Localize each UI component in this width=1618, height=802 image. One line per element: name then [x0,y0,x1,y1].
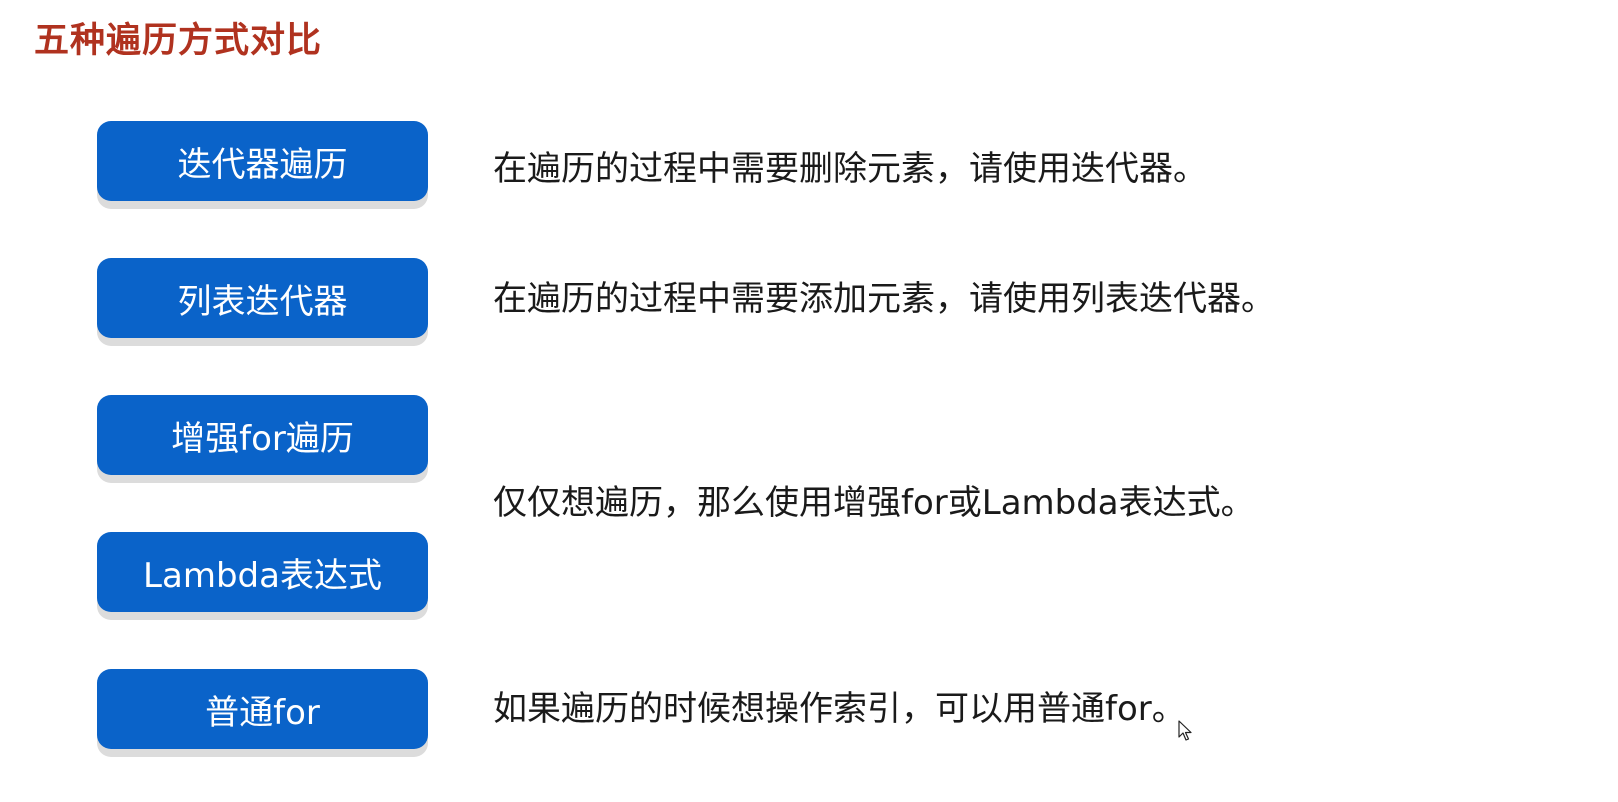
list-iterator-button[interactable]: 列表迭代器 [97,258,428,338]
list-iterator-description: 在遍历的过程中需要添加元素，请使用列表迭代器。 [493,279,1275,319]
iterator-description: 在遍历的过程中需要删除元素，请使用迭代器。 [493,149,1207,189]
mouse-pointer-icon [1178,720,1192,741]
page-title: 五种遍历方式对比 [34,21,323,61]
enhanced-for-lambda-description: 仅仅想遍历，那么使用增强for或Lambda表达式。 [493,483,1255,523]
lambda-expression-button[interactable]: Lambda表达式 [97,532,428,612]
plain-for-button[interactable]: 普通for [97,669,428,749]
iterator-traversal-button[interactable]: 迭代器遍历 [97,121,428,201]
plain-for-description: 如果遍历的时候想操作索引，可以用普通for。 [493,689,1186,729]
enhanced-for-button[interactable]: 增强for遍历 [97,395,428,475]
